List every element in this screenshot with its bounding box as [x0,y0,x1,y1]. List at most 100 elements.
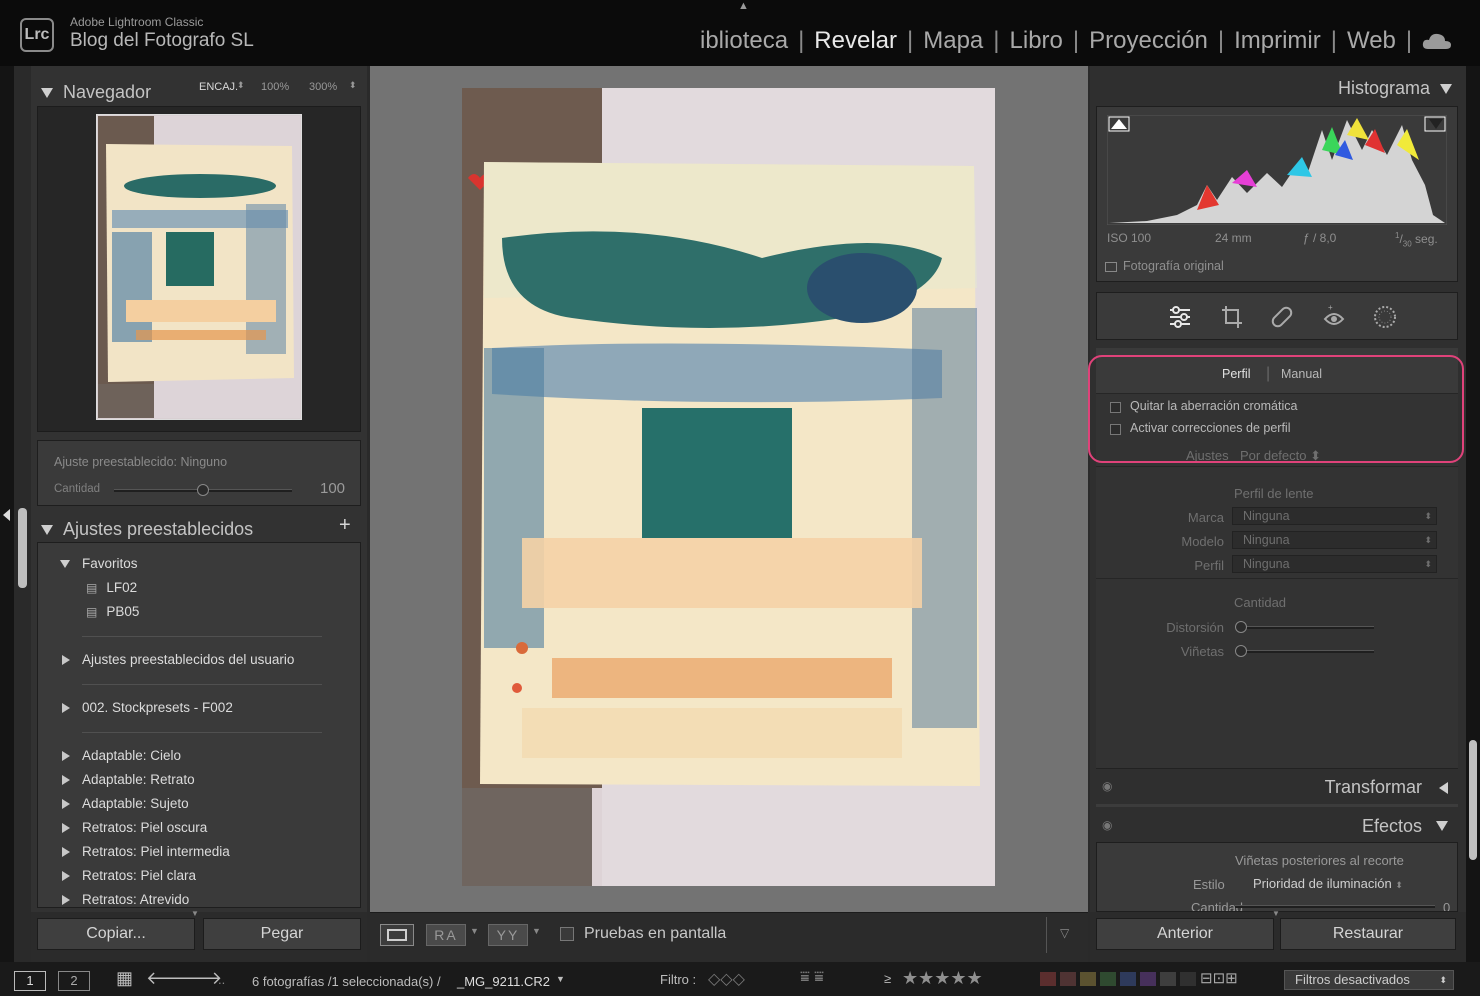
preset-folder[interactable]: Retratos: Piel oscura [62,820,207,835]
distortion-slider-thumb[interactable] [1235,621,1247,633]
filename[interactable]: _MG_9211.CR2 [457,974,550,989]
add-preset-icon[interactable]: + [339,514,351,537]
preset-folder[interactable]: Adaptable: Cielo [62,748,181,763]
visibility-eye-icon[interactable]: ◉ [1102,779,1112,793]
folder-collapsed-icon [62,774,70,785]
preset-folder[interactable]: Retratos: Piel intermedia [62,844,230,859]
chevron-down-icon[interactable]: ▼ [532,926,541,936]
purple-label-filter[interactable] [1140,972,1156,986]
no-label-filter[interactable] [1180,972,1196,986]
preset-item[interactable]: ▤ PB05 [86,604,139,619]
presets-title: Ajustes preestablecidos [63,519,254,539]
presets-header[interactable]: Ajustes preestablecidos [41,519,361,540]
module-web[interactable]: Web [1347,27,1396,55]
red-eye-icon[interactable]: + [1323,303,1345,329]
edit-sliders-icon[interactable] [1169,305,1191,329]
navigator-header[interactable]: Navegador [41,82,151,103]
histogram-box: ISO 100 24 mm ƒ / 8,0 1/30 seg. Fotograf… [1096,106,1458,282]
preset-folder[interactable]: 002. Stockpresets - F002 [62,700,233,715]
effects-amount-value: 0 [1443,900,1451,912]
navigator-preview[interactable] [37,106,361,432]
chevron-down-icon[interactable]: ▼ [556,974,565,984]
navigator-thumbnail [96,114,302,420]
forward-arrow-icon[interactable]: 🡒 [174,968,222,989]
module-print[interactable]: Imprimir [1234,27,1321,55]
red-label-filter[interactable] [1040,972,1056,986]
masking-icon[interactable] [1373,305,1397,329]
healing-icon[interactable] [1271,305,1293,329]
chevron-down-icon[interactable]: ▼ [470,926,479,936]
original-photo-checkbox[interactable] [1105,262,1117,272]
lens-profile-title: Perfil de lente [1234,486,1314,501]
preset-item[interactable]: ▤ LF02 [86,580,137,595]
catalog-name: Blog del Fotografo SL [70,30,254,51]
module-book[interactable]: Libro [1010,27,1063,55]
paste-button[interactable]: Pegar [203,918,361,950]
postcrop-title: Viñetas posteriores al recorte [1235,853,1404,868]
zoom-300[interactable]: 300% [309,81,337,93]
loupe-view-icon[interactable] [380,924,414,946]
vignetting-slider-thumb[interactable] [1235,645,1247,657]
filter-kind-icon[interactable]: ⊟⊡⊞ [1200,969,1238,987]
collapse-left-panel-icon[interactable] [3,508,10,526]
toolbar-menu-icon[interactable]: ▽ [1060,926,1069,940]
preset-folder[interactable]: Adaptable: Retrato [62,772,195,787]
folder-expanded-icon [60,559,70,568]
grid-view-icon[interactable]: ▦ [116,968,133,989]
effects-header[interactable]: ◉ Efectos [1096,808,1458,842]
left-panel-footer: ▼ Copiar... Pegar [31,909,367,962]
style-dropdown[interactable]: Prioridad de iluminación ⬍ [1253,876,1403,891]
screen-1-button[interactable]: 1 [14,971,46,991]
collapse-triangle-icon [41,524,53,535]
preset-amount-slider-thumb[interactable] [197,484,209,496]
filters-dropdown[interactable]: Filtros desactivados ⬍ [1284,970,1454,990]
zoom-100[interactable]: 100% [261,81,289,93]
reset-button[interactable]: Restaurar [1280,918,1456,950]
histogram-graph[interactable] [1107,115,1447,225]
collapse-top-panel-icon[interactable]: ▲ [738,0,749,12]
yellow-label-filter[interactable] [1080,972,1096,986]
swap-button[interactable]: YY [488,924,528,946]
module-library[interactable]: iblioteca [700,27,788,55]
zoom-fit-stepper-icon[interactable]: ⬍ [237,80,245,91]
preset-folder[interactable]: Retratos: Atrevido [62,892,189,907]
visibility-eye-icon[interactable]: ◉ [1102,818,1112,832]
zoom-stepper-icon[interactable]: ⬍ [349,80,357,91]
copy-button[interactable]: Copiar... [37,918,195,950]
model-select[interactable]: Ninguna ⬍ [1232,531,1437,549]
previous-button[interactable]: Anterior [1096,918,1274,950]
module-slideshow[interactable]: Proyección [1089,27,1208,55]
right-panel: Histograma ISO 100 24 mm ƒ / 8,0 1/30 se… [1088,66,1466,962]
preset-folder-favorites[interactable]: Favoritos [60,556,138,571]
transform-header[interactable]: ◉ Transformar [1096,768,1458,804]
preset-folder[interactable]: Adaptable: Sujeto [62,796,189,811]
blue-label-filter[interactable] [1120,972,1136,986]
distortion-slider[interactable] [1240,626,1374,629]
left-scrollbar[interactable] [18,508,27,588]
zoom-fit[interactable]: ENCAJ. [199,81,238,93]
photo-canvas[interactable] [370,66,1088,912]
other-label-filter[interactable] [1160,972,1176,986]
screen-2-button[interactable]: 2 [58,971,90,991]
histogram-header[interactable]: Histograma [1338,78,1452,99]
before-after-button[interactable]: RA [426,924,466,946]
module-develop[interactable]: Revelar [814,27,897,55]
proof-checkbox[interactable] [560,927,574,941]
preset-folder[interactable]: Retratos: Piel clara [62,868,196,883]
profile-select[interactable]: Ninguna ⬍ [1232,555,1437,573]
cloud-icon[interactable] [1422,31,1452,51]
crop-icon[interactable] [1221,305,1243,329]
red-label-filter[interactable] [1060,972,1076,986]
rating-operator[interactable]: ≥ [884,971,891,986]
green-label-filter[interactable] [1100,972,1116,986]
preset-folder[interactable]: Ajustes preestablecidos del usuario [62,652,294,667]
star-icon[interactable]: ★★★★★ [902,968,983,989]
vignetting-slider[interactable] [1240,650,1374,653]
flag-filter-icon[interactable]: ◇◇◇ [708,969,745,989]
make-select[interactable]: Ninguna ⬍ [1232,507,1437,525]
edit-filter-icon[interactable]: ⩸ ⩸ [800,969,824,987]
module-map[interactable]: Mapa [923,27,983,55]
right-scrollbar[interactable] [1469,740,1477,860]
effects-amount-slider[interactable] [1235,905,1435,908]
photo-count: 6 fotografías /1 seleccionada(s) / [252,974,441,989]
